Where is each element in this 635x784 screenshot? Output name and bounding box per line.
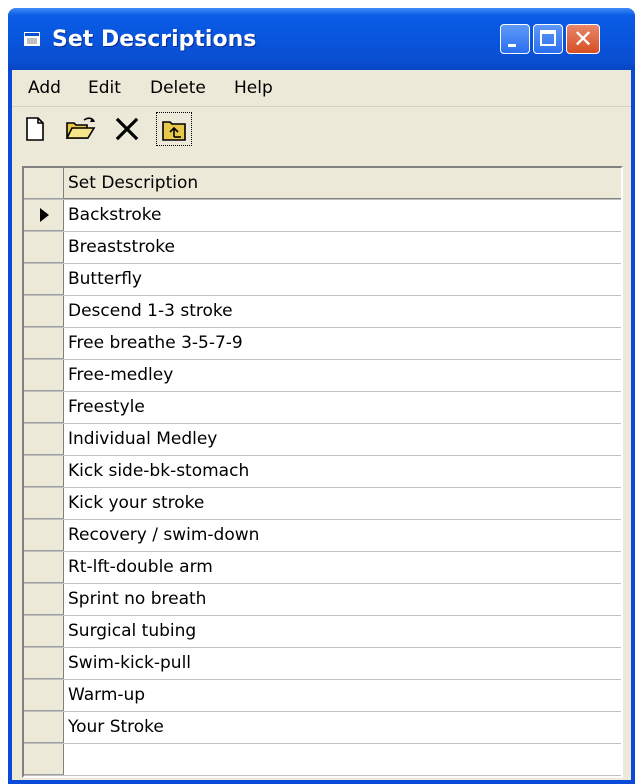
new-record-row[interactable] bbox=[24, 744, 621, 776]
menu-bar: Add Edit Delete Help bbox=[12, 70, 631, 107]
new-document-icon bbox=[26, 117, 44, 141]
menu-delete[interactable]: Delete bbox=[150, 78, 206, 98]
row-selector[interactable] bbox=[24, 488, 64, 519]
row-selector[interactable] bbox=[24, 680, 64, 711]
table-row[interactable]: Butterfly bbox=[24, 264, 621, 296]
up-one-level-icon bbox=[162, 121, 186, 141]
set-description-grid[interactable]: Set Description Backstroke Breaststroke Bu… bbox=[22, 166, 623, 778]
table-row[interactable]: Free breathe 3-5-7-9 bbox=[24, 328, 621, 360]
close-button[interactable]: ✕ bbox=[566, 24, 600, 54]
row-selector[interactable] bbox=[24, 360, 64, 391]
table-row[interactable]: Descend 1-3 stroke bbox=[24, 296, 621, 328]
table-row[interactable]: Kick your stroke bbox=[24, 488, 621, 520]
set-description-cell[interactable]: Swim-kick-pull bbox=[68, 653, 191, 673]
open-folder-icon bbox=[65, 117, 96, 139]
set-description-cell[interactable]: Kick your stroke bbox=[68, 493, 204, 513]
set-description-cell[interactable]: Free-medley bbox=[68, 365, 173, 385]
row-selector[interactable] bbox=[24, 648, 64, 679]
menu-edit[interactable]: Edit bbox=[88, 78, 121, 98]
minimize-icon bbox=[508, 44, 516, 47]
set-description-cell[interactable]: Breaststroke bbox=[68, 237, 175, 257]
row-selector[interactable] bbox=[24, 392, 64, 423]
grid-header-row: Set Description bbox=[24, 168, 621, 200]
maximize-icon bbox=[540, 30, 556, 46]
row-selector[interactable] bbox=[24, 712, 64, 743]
set-description-cell[interactable]: Freestyle bbox=[68, 397, 145, 417]
table-row[interactable]: Rt-lft-double arm bbox=[24, 552, 621, 584]
set-description-cell[interactable]: Rt-lft-double arm bbox=[68, 557, 213, 577]
table-row[interactable]: Surgical tubing bbox=[24, 616, 621, 648]
set-descriptions-window: Set Descriptions ✕ Add Edit Delete Help bbox=[8, 8, 635, 784]
row-selector[interactable] bbox=[24, 232, 64, 263]
new-button[interactable] bbox=[20, 114, 50, 144]
close-icon: ✕ bbox=[572, 25, 594, 53]
menu-help[interactable]: Help bbox=[234, 78, 273, 98]
set-description-cell[interactable]: Recovery / swim-down bbox=[68, 525, 259, 545]
title-bar[interactable]: Set Descriptions ✕ bbox=[8, 8, 635, 70]
set-description-cell[interactable]: Surgical tubing bbox=[68, 621, 196, 641]
table-row[interactable]: Kick side-bk-stomach bbox=[24, 456, 621, 488]
table-row[interactable]: Sprint no breath bbox=[24, 584, 621, 616]
set-description-cell[interactable]: Individual Medley bbox=[68, 429, 217, 449]
delete-icon bbox=[115, 117, 139, 141]
set-description-cell[interactable]: Butterfly bbox=[68, 269, 142, 289]
row-selector[interactable] bbox=[24, 200, 64, 231]
up-level-button[interactable] bbox=[156, 112, 192, 146]
table-row[interactable]: Individual Medley bbox=[24, 424, 621, 456]
row-selector[interactable] bbox=[24, 328, 64, 359]
menu-add[interactable]: Add bbox=[28, 78, 61, 98]
table-row[interactable]: Your Stroke bbox=[24, 712, 621, 744]
table-row[interactable]: Breaststroke bbox=[24, 232, 621, 264]
open-button[interactable] bbox=[64, 114, 96, 144]
maximize-button[interactable] bbox=[533, 24, 563, 54]
set-description-cell[interactable]: Sprint no breath bbox=[68, 589, 206, 609]
row-selector[interactable] bbox=[24, 616, 64, 647]
row-selector[interactable] bbox=[24, 520, 64, 551]
set-description-cell[interactable]: Your Stroke bbox=[68, 717, 164, 737]
row-selector[interactable] bbox=[24, 744, 64, 775]
table-row[interactable]: Freestyle bbox=[24, 392, 621, 424]
set-description-cell[interactable]: Warm-up bbox=[68, 685, 145, 705]
table-row[interactable]: Recovery / swim-down bbox=[24, 520, 621, 552]
toolbar bbox=[12, 108, 631, 154]
set-description-cell[interactable]: Free breathe 3-5-7-9 bbox=[68, 333, 243, 353]
grid-corner-cell[interactable] bbox=[24, 168, 64, 199]
window-title: Set Descriptions bbox=[52, 27, 257, 52]
table-row[interactable]: Backstroke bbox=[24, 200, 621, 232]
row-selector[interactable] bbox=[24, 584, 64, 615]
current-row-arrow-icon bbox=[40, 208, 49, 222]
set-description-cell[interactable]: Descend 1-3 stroke bbox=[68, 301, 233, 321]
column-header-set-description[interactable]: Set Description bbox=[64, 168, 621, 199]
table-row[interactable]: Warm-up bbox=[24, 680, 621, 712]
row-selector[interactable] bbox=[24, 456, 64, 487]
set-description-cell[interactable]: Kick side-bk-stomach bbox=[68, 461, 249, 481]
minimize-button[interactable] bbox=[500, 24, 530, 54]
table-row[interactable]: Swim-kick-pull bbox=[24, 648, 621, 680]
row-selector[interactable] bbox=[24, 552, 64, 583]
delete-button[interactable] bbox=[112, 114, 142, 144]
set-description-cell[interactable]: Backstroke bbox=[68, 205, 162, 225]
row-selector[interactable] bbox=[24, 424, 64, 455]
row-selector[interactable] bbox=[24, 296, 64, 327]
row-selector[interactable] bbox=[24, 264, 64, 295]
app-icon bbox=[24, 32, 40, 46]
column-header-label: Set Description bbox=[68, 173, 199, 193]
table-row[interactable]: Free-medley bbox=[24, 360, 621, 392]
